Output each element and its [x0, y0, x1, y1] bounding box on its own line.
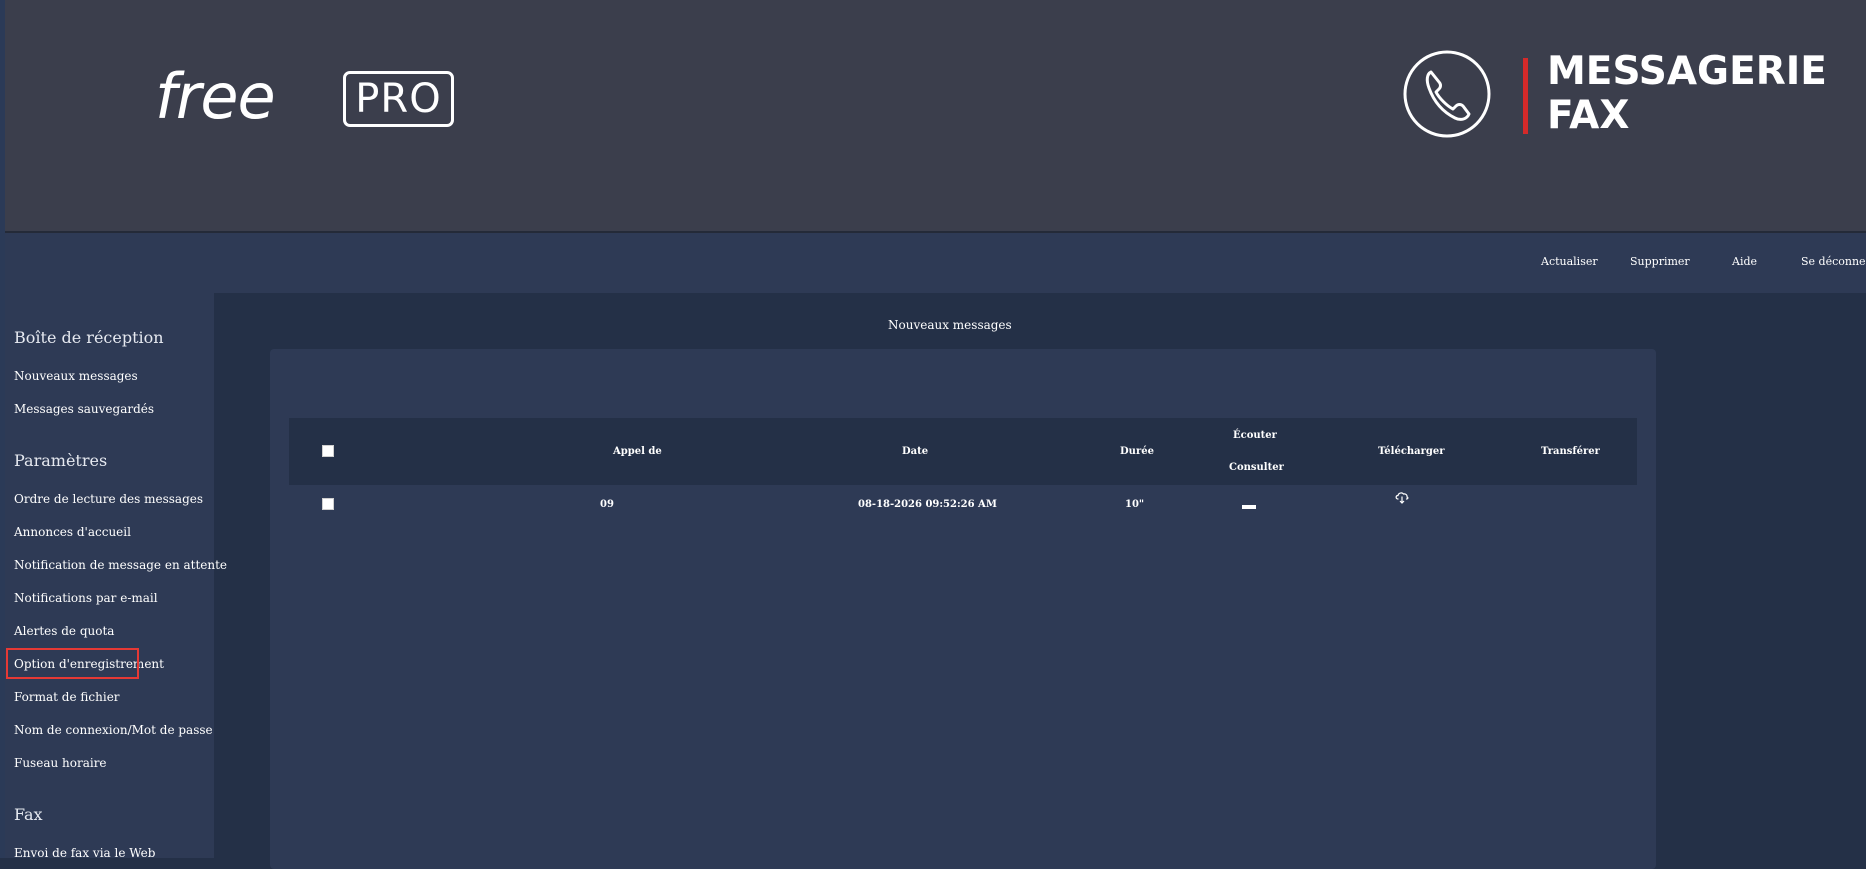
- refresh-button[interactable]: Actualiser: [1541, 255, 1598, 268]
- brand-accent-bar: [1523, 58, 1528, 134]
- sidebar: Boîte de réception Nouveaux messages Mes…: [5, 293, 227, 860]
- column-view: Consulter: [1229, 462, 1284, 473]
- sidebar-item-reading-order[interactable]: Ordre de lecture des messages: [14, 492, 203, 506]
- sidebar-item-quota-alerts[interactable]: Alertes de quota: [14, 624, 114, 638]
- row-checkbox[interactable]: [322, 498, 334, 510]
- cloud-download-icon[interactable]: [1394, 489, 1410, 505]
- highlight-box: [6, 648, 139, 679]
- toolbar: Actualiser Supprimer Aide Se déconnecter: [5, 233, 1866, 293]
- sidebar-item-saved-messages[interactable]: Messages sauvegardés: [14, 402, 154, 416]
- sidebar-heading-fax: Fax: [14, 805, 43, 824]
- column-forward: Transférer: [1541, 446, 1600, 457]
- delete-button[interactable]: Supprimer: [1630, 255, 1690, 268]
- sidebar-item-email-notifications[interactable]: Notifications par e-mail: [14, 591, 158, 605]
- help-button[interactable]: Aide: [1732, 255, 1757, 268]
- messagerie-fax-brand: MESSAGERIE FAX: [1401, 48, 1827, 143]
- logo-free-text: free: [155, 60, 276, 133]
- row-caller: 09: [600, 499, 614, 510]
- column-listen: Écouter: [1233, 430, 1277, 441]
- column-date: Date: [902, 446, 929, 457]
- column-duration: Durée: [1120, 446, 1154, 457]
- row-duration: 10": [1125, 499, 1145, 510]
- sidebar-item-login-password[interactable]: Nom de connexion/Mot de passe: [14, 723, 213, 737]
- select-all-checkbox[interactable]: [322, 445, 334, 457]
- view-minus-icon[interactable]: [1242, 505, 1256, 509]
- sidebar-heading-settings: Paramètres: [14, 451, 108, 470]
- logo-pro-badge: PRO: [343, 71, 454, 127]
- table-header: Appel de Date Durée Écouter Consulter Té…: [289, 418, 1637, 485]
- phone-icon: [1403, 50, 1491, 138]
- column-caller: Appel de: [613, 446, 662, 457]
- sidebar-heading-inbox: Boîte de réception: [14, 328, 164, 347]
- header: free PRO MESSAGERIE FAX: [5, 0, 1866, 231]
- page-title: Nouveaux messages: [888, 318, 1012, 332]
- sidebar-item-file-format[interactable]: Format de fichier: [14, 690, 120, 704]
- logout-button[interactable]: Se déconnecter: [1801, 255, 1866, 268]
- row-date: 08-18-2026 09:52:26 AM: [858, 499, 997, 510]
- sidebar-item-timezone[interactable]: Fuseau horaire: [14, 756, 107, 770]
- column-download: Télécharger: [1378, 446, 1445, 457]
- sidebar-item-waiting-notification[interactable]: Notification de message en attente: [14, 558, 227, 572]
- sidebar-item-greetings[interactable]: Annonces d'accueil: [14, 525, 131, 539]
- sidebar-item-new-messages[interactable]: Nouveaux messages: [14, 369, 138, 383]
- brand-title: MESSAGERIE FAX: [1547, 49, 1827, 138]
